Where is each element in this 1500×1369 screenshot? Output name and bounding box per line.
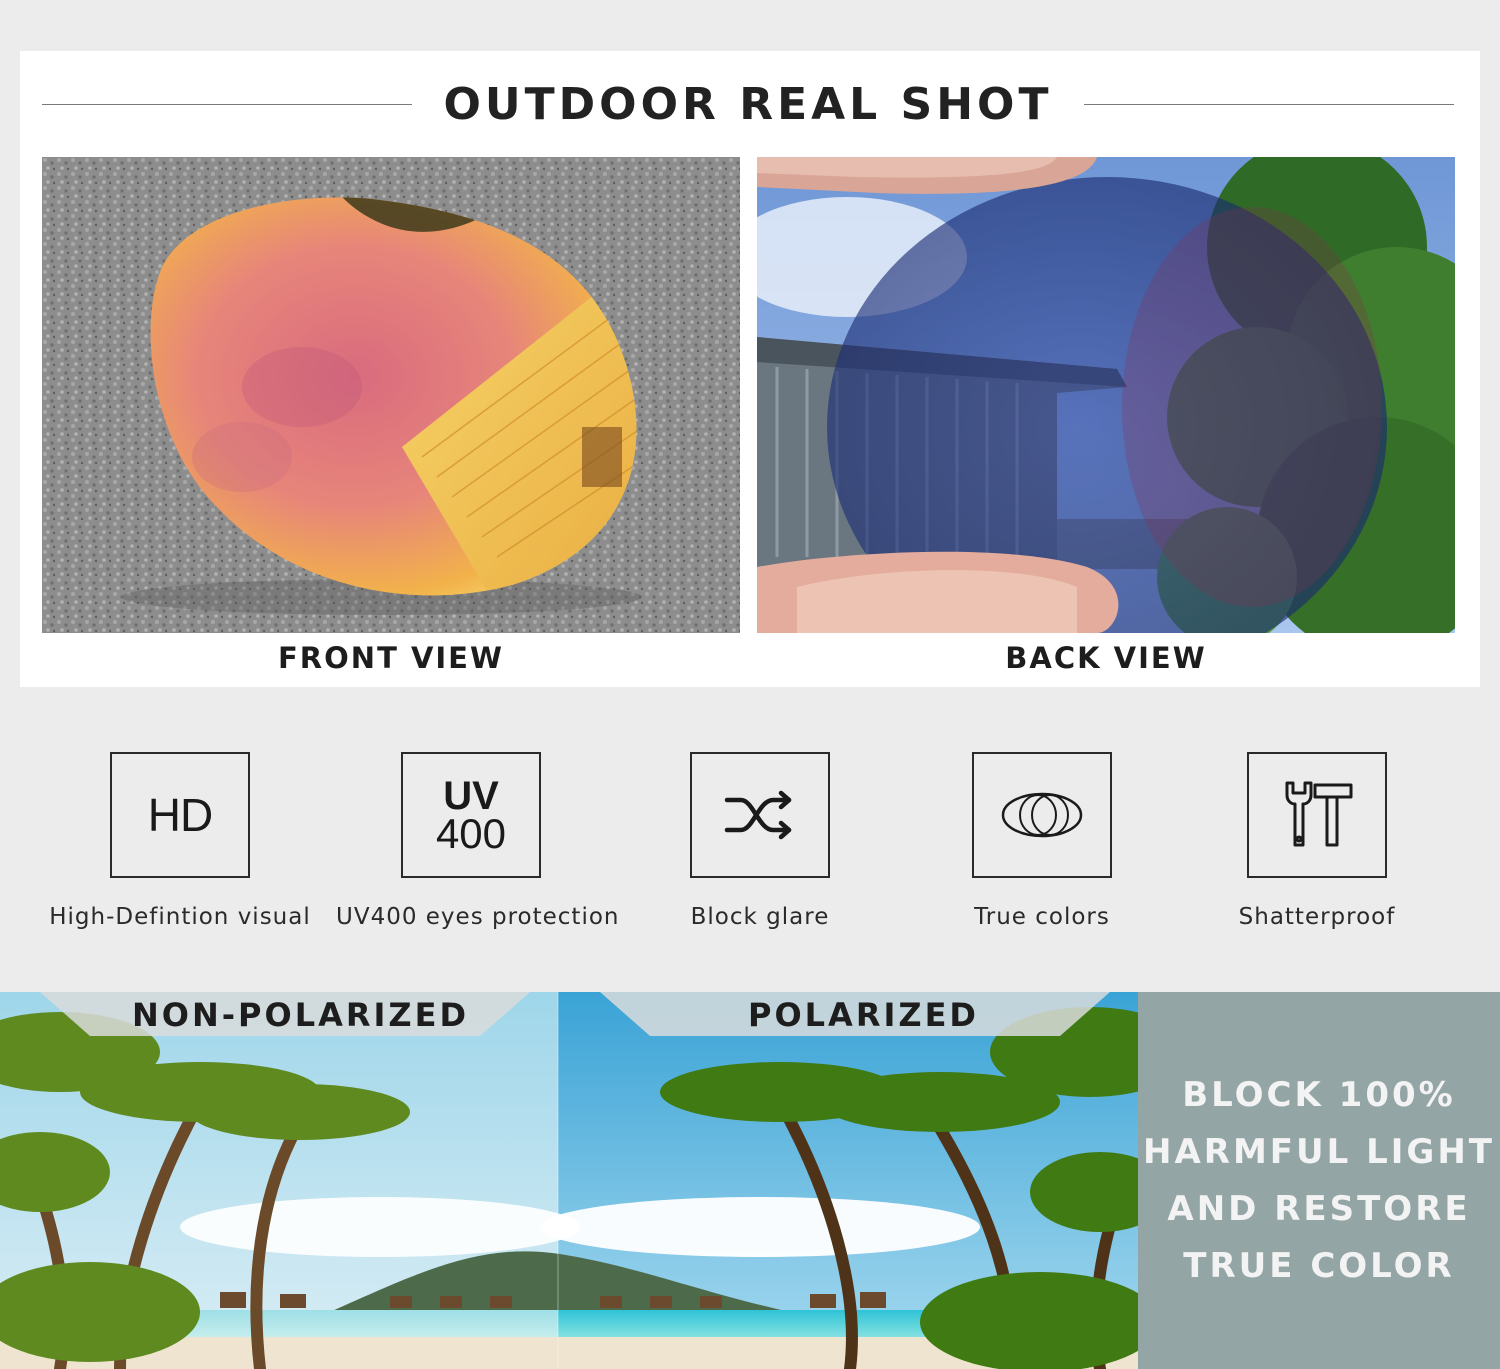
claim-line: TRUE COLOR: [1183, 1245, 1455, 1286]
feature-label: UV400 eyes protection: [336, 904, 620, 930]
title-rule-right: [1084, 103, 1454, 105]
front-view-caption: FRONT VIEW: [278, 641, 504, 675]
feature-block-glare: Block glare: [625, 752, 895, 930]
feature-label: Shatterproof: [1238, 904, 1396, 930]
claim-line: AND RESTORE: [1167, 1188, 1471, 1229]
claim-line: HARMFUL LIGHT: [1143, 1131, 1495, 1172]
front-view-photo: [42, 157, 740, 633]
outdoor-shot-card: OUTDOOR REAL SHOT FRONT VIEW BACK VIEW: [20, 51, 1480, 687]
title-rule-left: [42, 103, 412, 105]
feature-label: True colors: [974, 904, 1110, 930]
back-view-photo: [757, 157, 1455, 633]
feature-uv400: UV 400 UV400 eyes protection: [336, 752, 620, 930]
section-title-row: OUTDOOR REAL SHOT: [42, 73, 1454, 135]
feature-shatterproof: Shatterproof: [1182, 752, 1452, 930]
feature-label: Block glare: [690, 904, 830, 930]
back-view-caption: BACK VIEW: [1005, 641, 1207, 675]
feature-hd: HD High-Defintion visual: [45, 752, 315, 930]
hd-icon: HD: [110, 752, 250, 878]
page-title: OUTDOOR REAL SHOT: [443, 78, 1053, 130]
feature-label: High-Defintion visual: [49, 904, 311, 930]
overlapping-circles-icon: [972, 752, 1112, 878]
polarization-comparison-photo: [0, 992, 1138, 1369]
shuffle-arrows-icon: [690, 752, 830, 878]
uv400-icon: UV 400: [401, 752, 541, 878]
claim-panel: BLOCK 100% HARMFUL LIGHT AND RESTORE TRU…: [1138, 992, 1500, 1369]
wrench-hammer-icon: [1247, 752, 1387, 878]
polarized-label: POLARIZED: [748, 996, 979, 1034]
non-polarized-label: NON-POLARIZED: [132, 996, 470, 1034]
feature-true-colors: True colors: [907, 752, 1177, 930]
claim-line: BLOCK 100%: [1182, 1074, 1456, 1115]
